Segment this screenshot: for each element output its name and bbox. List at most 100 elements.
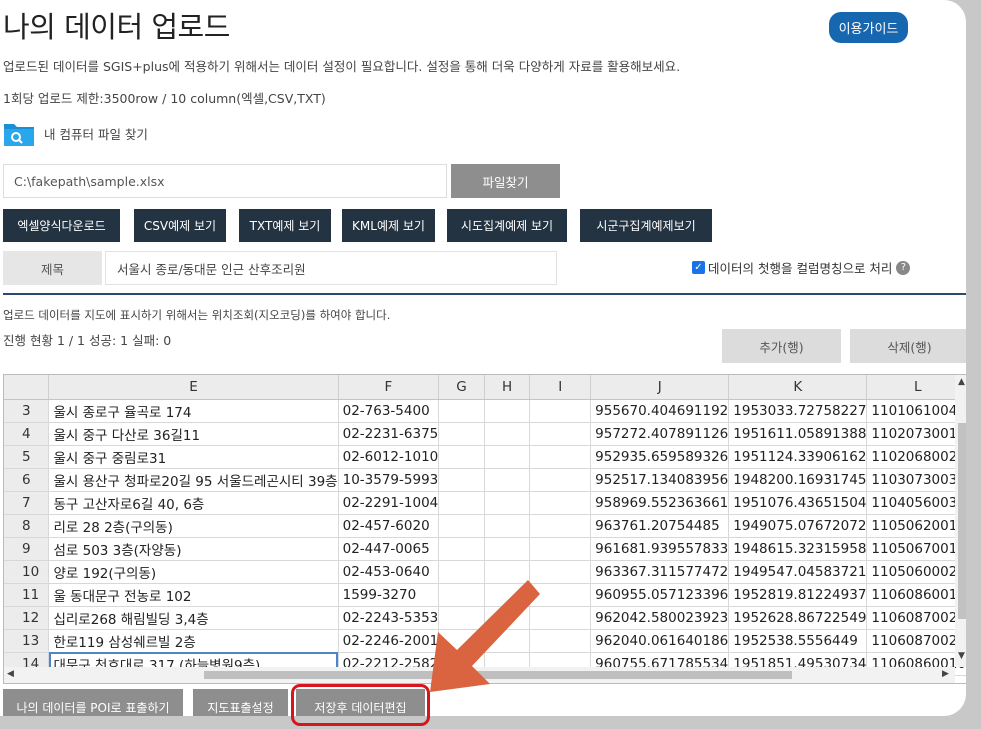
table-cell[interactable] <box>438 514 485 538</box>
table-cell[interactable]: 02-447-0065 <box>338 537 440 561</box>
table-row[interactable]: 6 울시 용산구 청파로20길 95 서울드레곤시티 39층 10-3579-599… <box>4 468 966 492</box>
table-cell[interactable]: 동구 고산자로6길 40, 6층 <box>48 491 339 515</box>
table-cell[interactable]: 960955.057123396 <box>590 583 730 607</box>
table-cell[interactable] <box>484 445 531 469</box>
column-header[interactable]: J <box>590 375 730 400</box>
table-cell[interactable]: 1952538.5556449 <box>728 629 868 653</box>
table-cell[interactable]: 1951076.43651504 <box>728 491 868 515</box>
table-cell[interactable]: 1599-3270 <box>338 583 440 607</box>
table-cell[interactable]: 02-2246-2001 <box>338 629 440 653</box>
row-number[interactable]: 9 <box>4 537 50 561</box>
table-row[interactable]: 4 울시 중구 다산로 36길11 02-2231-6375 957272.40789… <box>4 422 966 446</box>
table-cell[interactable]: 울시 용산구 청파로20길 95 서울드레곤시티 39층 <box>48 468 339 492</box>
table-cell[interactable]: 963367.311577472 <box>590 560 730 584</box>
table-cell[interactable]: 02-2231-6375 <box>338 422 440 446</box>
row-number[interactable]: 6 <box>4 468 50 492</box>
table-cell[interactable]: 1952628.86722549 <box>728 606 868 630</box>
table-cell[interactable] <box>438 537 485 561</box>
header-row-option[interactable]: ✓ 데이터의 첫행을 컬럼명칭으로 처리 ? <box>692 258 911 277</box>
table-cell[interactable]: 울시 종로구 율곡로 174 <box>48 399 339 423</box>
vertical-scrollbar[interactable]: ▲ ▼ <box>955 375 966 667</box>
table-cell[interactable]: 한로119 삼성쉐르빌 2층 <box>48 629 339 653</box>
csv-example-button[interactable]: CSV예제 보기 <box>134 209 226 242</box>
column-header[interactable]: I <box>529 375 592 400</box>
table-cell[interactable]: 962042.580023923 <box>590 606 730 630</box>
column-header[interactable]: G <box>438 375 485 400</box>
row-number[interactable]: 10 <box>4 560 50 584</box>
table-cell[interactable]: 963761.20754485 <box>590 514 730 538</box>
table-cell[interactable] <box>529 491 592 515</box>
table-row[interactable]: 9 섬로 503 3층(자양동) 02-447-0065 961681.9395578… <box>4 537 966 561</box>
table-cell[interactable] <box>529 514 592 538</box>
table-cell[interactable] <box>484 399 531 423</box>
table-cell[interactable] <box>484 537 531 561</box>
table-cell[interactable]: 양로 192(구의동) <box>48 560 339 584</box>
find-file-label[interactable]: 내 컴퓨터 파일 찾기 <box>44 124 148 143</box>
table-cell[interactable]: 11040560030 <box>866 491 966 515</box>
browse-file-button[interactable]: 파일찾기 <box>451 164 560 198</box>
help-icon[interactable]: ? <box>896 260 911 275</box>
sido-example-button[interactable]: 시도집계예제 보기 <box>447 209 567 242</box>
table-cell[interactable]: 11020730010 <box>866 422 966 446</box>
table-cell[interactable]: 11050600020 <box>866 560 966 584</box>
row-number[interactable]: 11 <box>4 583 50 607</box>
row-number[interactable]: 4 <box>4 422 50 446</box>
table-cell[interactable]: 957272.407891126 <box>590 422 730 446</box>
table-cell[interactable]: 11060870020 <box>866 629 966 653</box>
table-cell[interactable]: 1949075.07672072 <box>728 514 868 538</box>
row-number[interactable]: 5 <box>4 445 50 469</box>
table-row[interactable]: 7 동구 고산자로6길 40, 6층 02-2291-1004 958969.5523… <box>4 491 966 515</box>
subject-input[interactable]: 서울시 종로/동대문 인근 산후조리원 <box>105 251 557 285</box>
table-cell[interactable] <box>438 445 485 469</box>
table-cell[interactable]: 1948200.16931745 <box>728 468 868 492</box>
table-cell[interactable] <box>529 445 592 469</box>
table-cell[interactable]: 961681.939557833 <box>590 537 730 561</box>
table-cell[interactable] <box>529 468 592 492</box>
table-cell[interactable]: 02-763-5400 <box>338 399 440 423</box>
map-display-setting-button[interactable]: 지도표출설정 <box>193 689 288 716</box>
table-cell[interactable] <box>438 468 485 492</box>
table-cell[interactable]: 11050670010 <box>866 537 966 561</box>
row-header-corner[interactable] <box>4 375 50 400</box>
row-number[interactable]: 12 <box>4 606 50 630</box>
show-as-poi-button[interactable]: 나의 데이터를 POI로 표출하기 <box>3 689 183 716</box>
add-row-button[interactable]: 추가(행) <box>722 329 841 363</box>
table-cell[interactable]: 1951611.05891388 <box>728 422 868 446</box>
guide-button[interactable]: 이용가이드 <box>829 12 908 43</box>
vertical-scroll-thumb[interactable] <box>958 423 966 619</box>
column-header[interactable]: F <box>338 375 440 400</box>
table-cell[interactable] <box>529 422 592 446</box>
table-cell[interactable]: 울시 중구 중림로31 <box>48 445 339 469</box>
excel-template-download-button[interactable]: 엑셀양식다운로드 <box>3 209 120 242</box>
table-cell[interactable] <box>438 491 485 515</box>
table-cell[interactable]: 11060870020 <box>866 606 966 630</box>
scroll-up-icon[interactable]: ▲ <box>958 377 965 387</box>
table-row[interactable]: 3 울시 종로구 율곡로 174 02-763-5400 955670.4046911… <box>4 399 966 423</box>
table-cell[interactable]: 11020680020 <box>866 445 966 469</box>
table-cell[interactable]: 11060860010 <box>866 583 966 607</box>
txt-example-button[interactable]: TXT예제 보기 <box>239 209 331 242</box>
table-cell[interactable] <box>438 399 485 423</box>
table-cell[interactable]: 955670.404691192 <box>590 399 730 423</box>
table-cell[interactable]: 958969.552363661 <box>590 491 730 515</box>
table-cell[interactable]: 리로 28 2층(구의동) <box>48 514 339 538</box>
table-cell[interactable]: 02-457-6020 <box>338 514 440 538</box>
sigungu-example-button[interactable]: 시군구집계예제보기 <box>580 209 712 242</box>
table-cell[interactable]: 십리로268 해림빌딩 3,4층 <box>48 606 339 630</box>
table-cell[interactable] <box>529 399 592 423</box>
file-path-input[interactable]: C:\fakepath\sample.xlsx <box>3 164 447 198</box>
row-number[interactable]: 7 <box>4 491 50 515</box>
column-header[interactable]: E <box>48 375 339 400</box>
column-header[interactable]: H <box>484 375 531 400</box>
column-header[interactable]: K <box>728 375 868 400</box>
kml-example-button[interactable]: KML예제 보기 <box>342 209 435 242</box>
table-row[interactable]: 8 리로 28 2층(구의동) 02-457-6020 963761.20754485… <box>4 514 966 538</box>
table-cell[interactable]: 울시 중구 다산로 36길11 <box>48 422 339 446</box>
table-cell[interactable]: 11030730030 <box>866 468 966 492</box>
table-cell[interactable]: 962040.061640186 <box>590 629 730 653</box>
table-cell[interactable] <box>484 468 531 492</box>
table-cell[interactable]: 11010610040 <box>866 399 966 423</box>
table-cell[interactable] <box>484 422 531 446</box>
table-cell[interactable]: 울 동대문구 전농로 102 <box>48 583 339 607</box>
scroll-right-icon[interactable]: ▶ <box>942 669 949 679</box>
